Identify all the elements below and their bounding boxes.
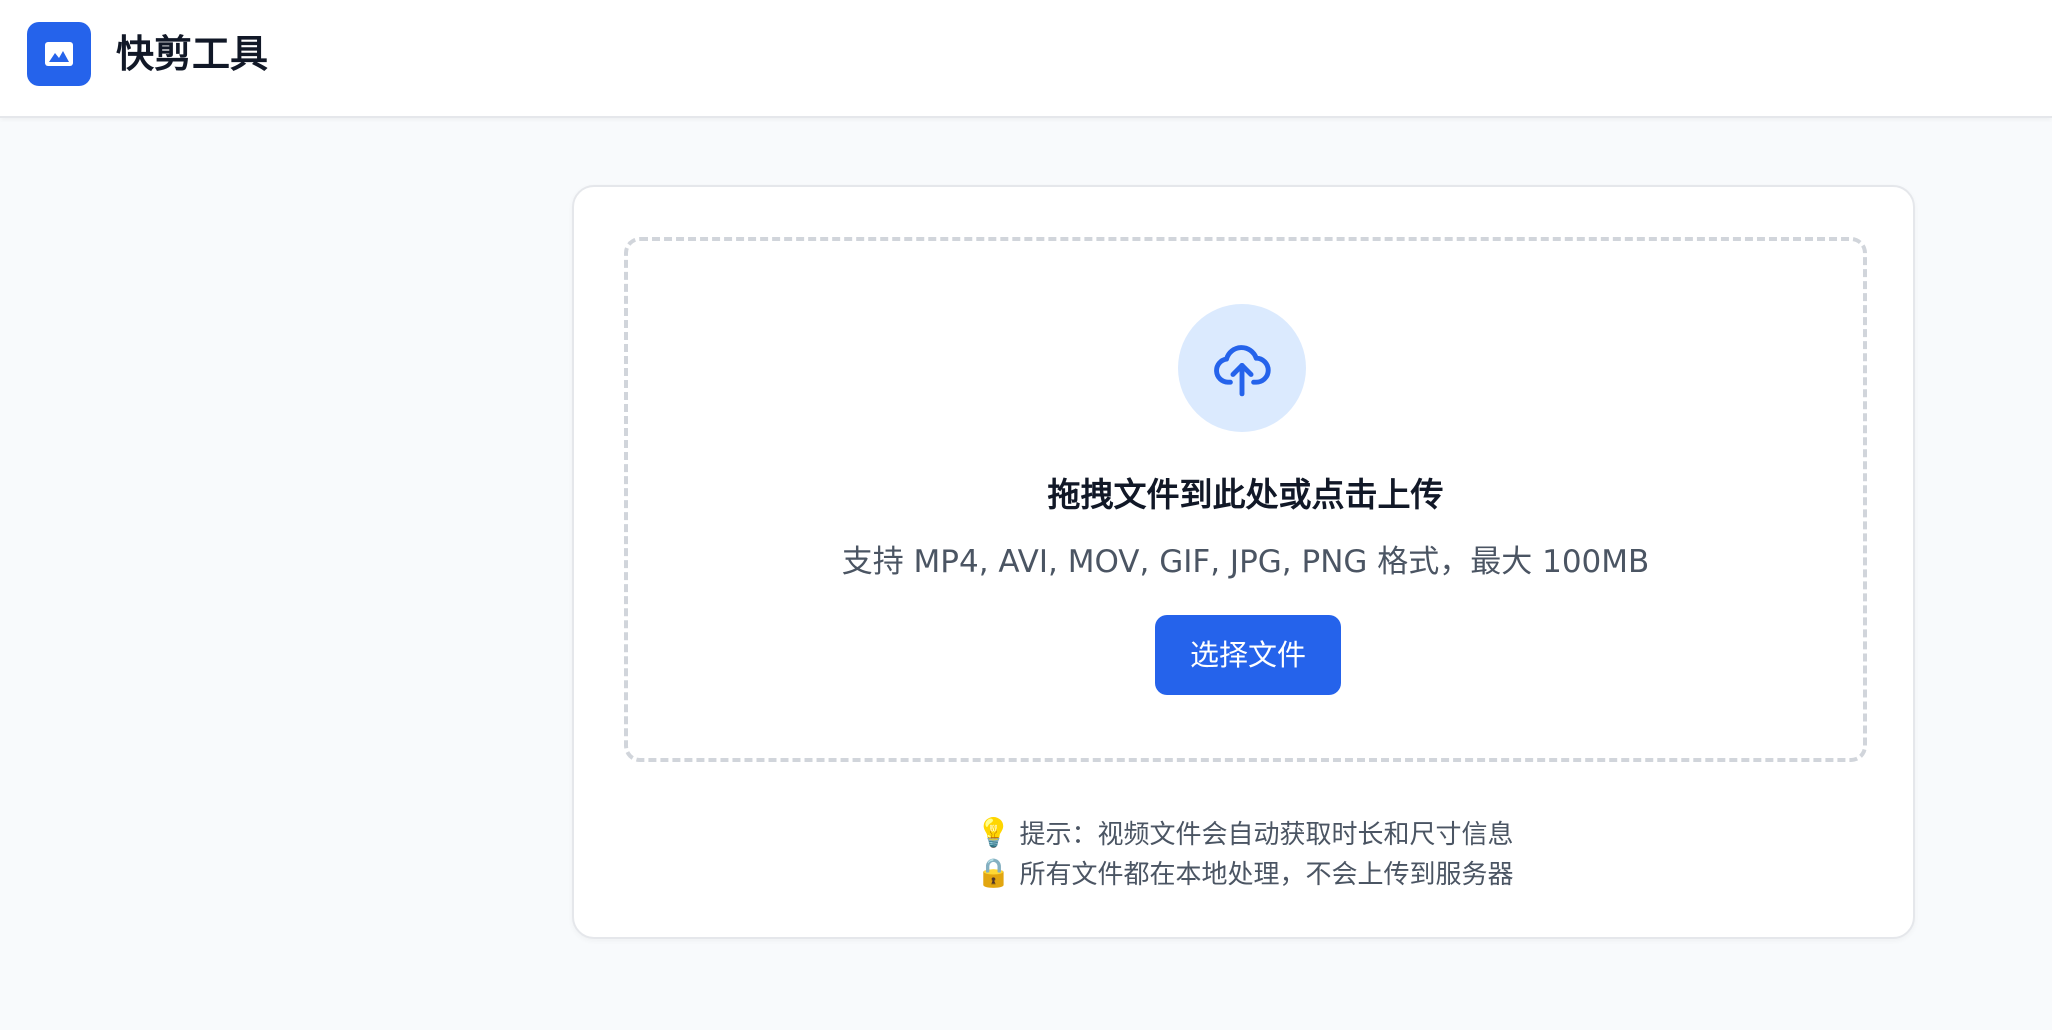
app-header: 快剪工具: [0, 0, 2052, 118]
tip-item: 💡 提示：视频文件会自动获取时长和尺寸信息: [973, 812, 1513, 852]
image-icon: [45, 42, 73, 66]
choose-file-button[interactable]: 选择文件: [1155, 615, 1341, 695]
tip-item: 🔒 所有文件都在本地处理，不会上传到服务器: [973, 852, 1513, 892]
lock-icon: 🔒: [976, 855, 1011, 889]
app-title: 快剪工具: [116, 32, 269, 76]
tip-text: 所有文件都在本地处理，不会上传到服务器: [1019, 859, 1514, 890]
file-dropzone[interactable]: 拖拽文件到此处或点击上传 支持 MP4, AVI, MOV, GIF, JPG,…: [624, 237, 1867, 762]
tip-text: 提示：视频文件会自动获取时长和尺寸信息: [1019, 819, 1514, 850]
cloud-upload-icon: [1214, 345, 1271, 397]
upload-card: 拖拽文件到此处或点击上传 支持 MP4, AVI, MOV, GIF, JPG,…: [572, 185, 1915, 939]
dropzone-title: 拖拽文件到此处或点击上传: [1047, 475, 1444, 514]
dropzone-format-hint: 支持 MP4, AVI, MOV, GIF, JPG, PNG 格式，最大 10…: [841, 544, 1650, 580]
lightbulb-icon: 💡: [976, 815, 1011, 849]
upload-icon-circle: [1178, 304, 1306, 432]
tips-list: 💡 提示：视频文件会自动获取时长和尺寸信息 🔒 所有文件都在本地处理，不会上传到…: [574, 812, 1913, 892]
app-logo: [27, 22, 91, 86]
